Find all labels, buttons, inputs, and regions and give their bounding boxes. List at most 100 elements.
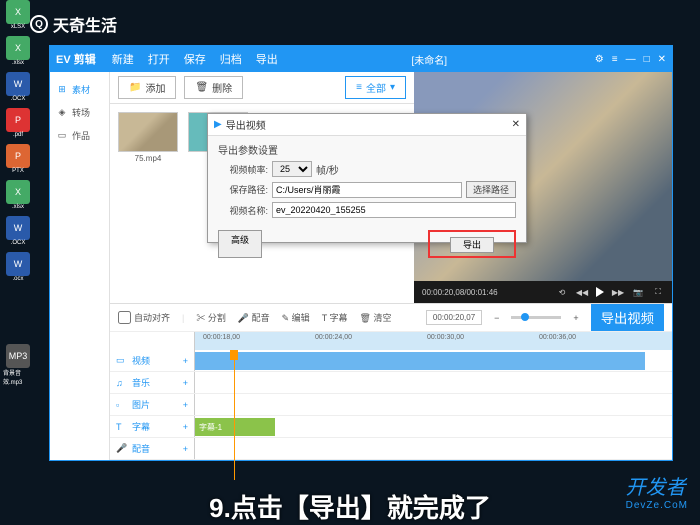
export-icon: ▶: [214, 119, 222, 130]
desktop-file[interactable]: MP3背景音效.mp3: [3, 344, 33, 386]
track-voiceover: 🎤配音+: [110, 438, 672, 460]
cut-tool[interactable]: ✂ 分割: [196, 311, 226, 324]
export-dialog: ▶ 导出视频 ✕ 导出参数设置 视频帧率: 25 帧/秒 保存路径: 选择路径 …: [207, 113, 527, 243]
name-input[interactable]: [272, 202, 516, 218]
delete-button[interactable]: 🗑删除: [184, 76, 243, 99]
zoom-slider[interactable]: [511, 316, 561, 319]
timeline-time: 00:00:20,07: [426, 310, 482, 325]
fullscreen-icon[interactable]: ⛶: [652, 286, 664, 298]
timeline: 自动对齐 | ✂ 分割 🎤 配音 ✎ 编辑 T 字幕 🗑 清空 00:00:20…: [110, 303, 672, 460]
text-icon: T: [116, 422, 128, 432]
export-button[interactable]: 导出: [450, 237, 494, 253]
clear-tool[interactable]: 🗑 清空: [360, 311, 392, 324]
zoom-out-icon[interactable]: −: [494, 313, 499, 323]
fps-unit: 帧/秒: [316, 162, 339, 177]
subtitle-clip[interactable]: 字幕-1: [195, 418, 275, 436]
desktop-file[interactable]: P.pdf: [3, 108, 33, 138]
menu-archive[interactable]: 归档: [220, 51, 242, 67]
track-video: ▭视频+: [110, 350, 672, 372]
advanced-button[interactable]: 高级: [218, 230, 262, 258]
doc-title: [未命名]: [411, 52, 447, 67]
track-image: ▫图片+: [110, 394, 672, 416]
add-button[interactable]: 📁添加: [118, 76, 176, 99]
folder-icon: ▭: [56, 130, 68, 142]
grid-icon: ⊞: [56, 84, 68, 96]
playhead[interactable]: [234, 350, 235, 480]
image-icon: ▫: [116, 400, 128, 410]
preview-controls: 00:00:20,08/00:01:46 ⟲ ◀◀ ▶▶ 📷 ⛶: [414, 281, 672, 303]
edit-tool[interactable]: ✎ 编辑: [282, 311, 310, 324]
add-track-icon[interactable]: +: [183, 444, 188, 454]
brand-icon: Q: [30, 15, 48, 33]
minimize-icon[interactable]: —: [626, 54, 636, 65]
tutorial-caption: 9.点击【导出】就完成了: [0, 488, 700, 525]
fps-label: 视频帧率:: [218, 163, 268, 176]
menu-open[interactable]: 打开: [148, 51, 170, 67]
media-toolbar: 📁添加 🗑删除 ≡全部▾: [110, 72, 414, 104]
chevron-down-icon: ▾: [390, 82, 395, 93]
desktop-file[interactable]: PPTX: [3, 144, 33, 174]
dialog-title: 导出视频: [226, 117, 266, 132]
desktop-icons: XxLSX X.xlsx W.OCX P.pdf PPTX X.xlsx W.O…: [3, 0, 33, 386]
path-input[interactable]: [272, 182, 462, 198]
desktop-file[interactable]: XxLSX: [3, 0, 33, 30]
main-menu: 新建 打开 保存 归档 导出: [112, 51, 278, 67]
add-track-icon[interactable]: +: [183, 378, 188, 388]
transition-icon: ◈: [56, 107, 68, 119]
brand-logo: Q 天奇生活: [30, 12, 117, 36]
watermark: 开发者DevZe.CoM: [626, 471, 688, 511]
sidebar-item-transition[interactable]: ◈转场: [50, 101, 109, 124]
video-clip[interactable]: [195, 352, 645, 370]
name-label: 视频名称:: [218, 204, 268, 217]
export-video-button[interactable]: 导出视频: [591, 304, 664, 331]
menu-save[interactable]: 保存: [184, 51, 206, 67]
timeline-toolbar: 自动对齐 | ✂ 分割 🎤 配音 ✎ 编辑 T 字幕 🗑 清空 00:00:20…: [110, 304, 672, 332]
desktop-file[interactable]: W.OCX: [3, 216, 33, 246]
browse-button[interactable]: 选择路径: [466, 181, 516, 198]
preview-time: 00:00:20,08/00:01:46: [422, 288, 498, 297]
prev-icon[interactable]: ◀◀: [576, 286, 588, 298]
add-track-icon[interactable]: +: [183, 400, 188, 410]
add-track-icon[interactable]: +: [183, 422, 188, 432]
next-icon[interactable]: ▶▶: [612, 286, 624, 298]
maximize-icon[interactable]: □: [644, 54, 650, 65]
path-label: 保存路径:: [218, 183, 268, 196]
menu-new[interactable]: 新建: [112, 51, 134, 67]
track-music: ♫音乐+: [110, 372, 672, 394]
audio-tool[interactable]: 🎤 配音: [238, 311, 270, 324]
desktop-file[interactable]: W.ocx: [3, 252, 33, 282]
loop-icon[interactable]: ⟲: [556, 286, 568, 298]
media-thumb[interactable]: 75.mp4: [118, 112, 178, 295]
dialog-titlebar: ▶ 导出视频 ✕: [208, 114, 526, 136]
trash-icon: 🗑: [195, 82, 208, 93]
subtitle-tool[interactable]: T 字幕: [322, 311, 348, 324]
desktop-file[interactable]: W.OCX: [3, 72, 33, 102]
list-icon: ≡: [356, 82, 362, 93]
video-icon: ▭: [116, 355, 128, 366]
titlebar: EV 剪辑 新建 打开 保存 归档 导出 [未命名] ⚙ ≡ — □ ✕: [50, 46, 672, 72]
track-subtitle: T字幕+ 字幕-1: [110, 416, 672, 438]
folder-plus-icon: 📁: [129, 82, 141, 93]
music-icon: ♫: [116, 378, 128, 388]
sidebar-item-works[interactable]: ▭作品: [50, 124, 109, 147]
dialog-close-icon[interactable]: ✕: [512, 119, 520, 130]
add-track-icon[interactable]: +: [183, 356, 188, 366]
sidebar-item-media[interactable]: ⊞素材: [50, 78, 109, 101]
auto-align-checkbox[interactable]: 自动对齐: [118, 311, 170, 324]
play-icon[interactable]: [596, 287, 604, 297]
app-title: EV 剪辑: [56, 51, 96, 67]
menu-export[interactable]: 导出: [256, 51, 278, 67]
desktop-file[interactable]: X.xlsx: [3, 36, 33, 66]
sidebar: ⊞素材 ◈转场 ▭作品: [50, 72, 110, 460]
desktop-file[interactable]: X.xlsx: [3, 180, 33, 210]
filter-dropdown[interactable]: ≡全部▾: [345, 76, 406, 99]
fps-select[interactable]: 25: [272, 161, 312, 177]
tracks: ▭视频+ ♫音乐+ ▫图片+ T字幕+ 字: [110, 350, 672, 460]
camera-icon[interactable]: 📷: [632, 286, 644, 298]
timeline-ruler[interactable]: 00:00:18,00 00:00:24,00 00:00:30,00 00:0…: [110, 332, 672, 350]
mic-icon: 🎤: [116, 443, 128, 454]
close-icon[interactable]: ✕: [658, 54, 666, 65]
settings-icon[interactable]: ⚙: [595, 54, 604, 65]
zoom-in-icon[interactable]: +: [573, 313, 578, 323]
menu-icon[interactable]: ≡: [612, 54, 618, 65]
